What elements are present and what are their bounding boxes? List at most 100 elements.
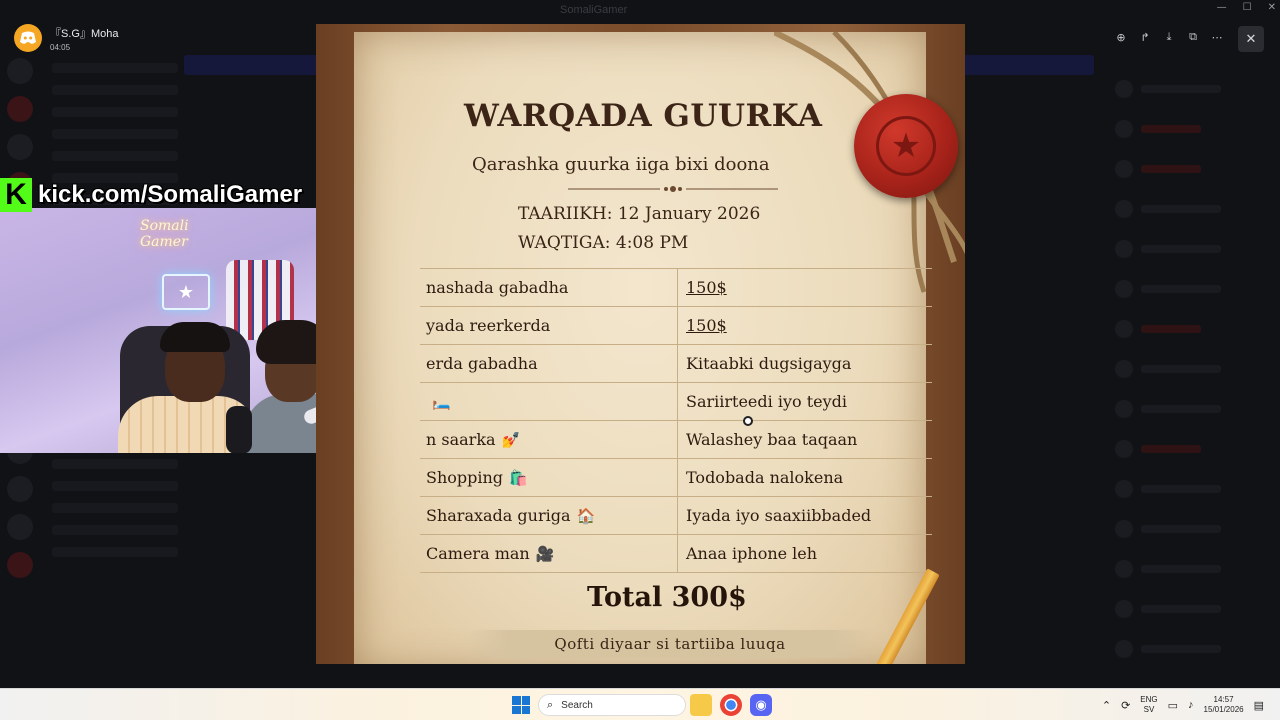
- member-item: [1115, 640, 1275, 658]
- member-item: [1115, 600, 1275, 618]
- channel-item: [52, 525, 178, 535]
- member-item: [1115, 280, 1275, 298]
- table-cell: nashada gabadha: [420, 269, 678, 306]
- search-icon: ⌕: [547, 698, 554, 711]
- table-cell: erda gabadha: [420, 345, 678, 382]
- streamer-hair: [160, 322, 230, 352]
- member-item: [1115, 200, 1275, 218]
- channel-item: [52, 547, 178, 557]
- server-icon: [7, 552, 33, 578]
- wax-seal: ★: [854, 94, 958, 198]
- uploader-info: 『S.G』Moha 04:05: [14, 24, 118, 52]
- download-icon[interactable]: ⤓: [1160, 28, 1178, 46]
- viewer-toolbar: ⊕ ↱ ⤓ ⧉ ⋯: [1112, 28, 1226, 46]
- neon-sign: Somali Gamer: [140, 218, 189, 250]
- member-item: [1115, 520, 1275, 538]
- shopping-bag-icon: 🛍️: [509, 468, 528, 487]
- maximize-icon[interactable]: ☐: [1243, 2, 1252, 13]
- table-cell: Walashey baa taqaan: [686, 430, 858, 449]
- kick-overlay: K kick.com/SomaliGamer: [0, 178, 302, 212]
- table-cell: Camera man 🎥: [420, 535, 678, 572]
- camera-icon: 🎥: [535, 544, 555, 563]
- file-explorer-icon[interactable]: [690, 694, 712, 716]
- table-cell: Sharaxada guriga 🏠: [420, 497, 678, 534]
- kick-url: kick.com/SomaliGamer: [38, 181, 303, 208]
- minimize-icon[interactable]: —: [1217, 2, 1227, 13]
- table-cell: Shopping 🛍️: [420, 459, 678, 496]
- footer-banner: Qofti diyaar si tartiiba luuqa: [468, 630, 872, 658]
- taskbar-search[interactable]: ⌕ Search: [538, 694, 686, 716]
- table-cell: Kitaabki dugsigayga: [686, 354, 852, 373]
- star-icon: ★: [876, 116, 936, 176]
- table-cell: Anaa iphone leh: [686, 544, 818, 563]
- table-cell: 150$: [686, 316, 727, 335]
- notification-icon[interactable]: ▤: [1254, 699, 1264, 712]
- image-preview[interactable]: ★ WARQADA GUURKA Qarashka guurka iiga bi…: [316, 24, 965, 664]
- start-button[interactable]: [512, 696, 530, 714]
- flag-icon: ★: [162, 274, 210, 310]
- search-placeholder: Search: [561, 699, 593, 711]
- divider-ornament: [568, 186, 778, 192]
- chevron-up-icon[interactable]: ⌃: [1102, 699, 1111, 712]
- close-viewer-button[interactable]: ✕: [1238, 26, 1264, 52]
- volume-icon[interactable]: ♪: [1188, 699, 1194, 711]
- window-close-icon[interactable]: ✕: [1268, 2, 1276, 13]
- close-icon: ✕: [1245, 31, 1257, 47]
- nail-polish-icon: 💅: [501, 430, 521, 449]
- table-cell: 🛏️: [420, 383, 678, 420]
- windows-taskbar: ⌕ Search ◉ ⌃ ⟳ ENG SV ▭ ♪ 14:57 15/01/20…: [0, 688, 1280, 720]
- member-item: [1115, 480, 1275, 498]
- window-controls: — ☐ ✕: [1217, 2, 1276, 13]
- channel-item: [52, 129, 178, 139]
- bed-icon: 🛏️: [432, 392, 451, 411]
- table-row: n saarka 💅 Walashey baa taqaan: [420, 421, 932, 459]
- table-cell: Sariirteedi iyo teydi: [686, 392, 848, 411]
- table-row: Sharaxada guriga 🏠 Iyada iyo saaxiibbaded: [420, 497, 932, 535]
- server-icon: [7, 58, 33, 84]
- language-indicator[interactable]: ENG SV: [1140, 695, 1157, 715]
- uploader-name: 『S.G』Moha: [50, 27, 119, 40]
- clock[interactable]: 14:57 15/01/2026: [1204, 695, 1244, 715]
- member-item: [1115, 320, 1275, 338]
- kick-logo: K: [0, 178, 32, 212]
- upload-time: 04:05: [50, 42, 71, 52]
- table-cell: Iyada iyo saaxiibbaded: [686, 506, 872, 525]
- member-item: [1115, 400, 1275, 418]
- discord-icon[interactable]: ◉: [750, 694, 772, 716]
- more-icon[interactable]: ⋯: [1208, 28, 1226, 46]
- chrome-icon[interactable]: [720, 694, 742, 716]
- zoom-icon[interactable]: ⊕: [1112, 28, 1130, 46]
- member-item: [1115, 80, 1275, 98]
- table-row: yada reerkerda 150$: [420, 307, 932, 345]
- channel-item: [52, 481, 178, 491]
- channel-item: [52, 85, 178, 95]
- channel-item: [52, 151, 178, 161]
- channel-item: [52, 459, 178, 469]
- member-item: [1115, 160, 1275, 178]
- forward-icon[interactable]: ↱: [1136, 28, 1154, 46]
- channel-item: [52, 107, 178, 117]
- update-icon[interactable]: ⟳: [1121, 699, 1130, 712]
- table-row: erda gabadha Kitaabki dugsigayga: [420, 345, 932, 383]
- channel-item: [52, 503, 178, 513]
- member-item: [1115, 560, 1275, 578]
- house-icon: 🏠: [576, 506, 596, 525]
- document-time: WAQTIGA: 4:08 PM: [518, 233, 689, 253]
- table-row: nashada gabadha 150$: [420, 269, 932, 307]
- table-cell: yada reerkerda: [420, 307, 678, 344]
- open-external-icon[interactable]: ⧉: [1184, 28, 1202, 46]
- table-cell: Todobada nalokena: [686, 468, 844, 487]
- paper-scroll: ★ WARQADA GUURKA Qarashka guurka iiga bi…: [354, 32, 965, 664]
- avatar[interactable]: [14, 24, 42, 52]
- discord-icon: [20, 31, 36, 44]
- table-row: Shopping 🛍️ Todobada nalokena: [420, 459, 932, 497]
- display-icon[interactable]: ▭: [1168, 699, 1178, 712]
- member-item: [1115, 360, 1275, 378]
- document-subtitle: Qarashka guurka iiga bixi doona: [472, 154, 770, 175]
- window-title: SomaliGamer: [560, 4, 628, 16]
- table-row: 🛏️ Sariirteedi iyo teydi: [420, 383, 932, 421]
- total-amount: Total 300$: [587, 582, 747, 613]
- expense-table: nashada gabadha 150$ yada reerkerda 150$…: [420, 268, 932, 573]
- table-cell: n saarka 💅: [420, 421, 678, 458]
- member-list: [1105, 80, 1275, 680]
